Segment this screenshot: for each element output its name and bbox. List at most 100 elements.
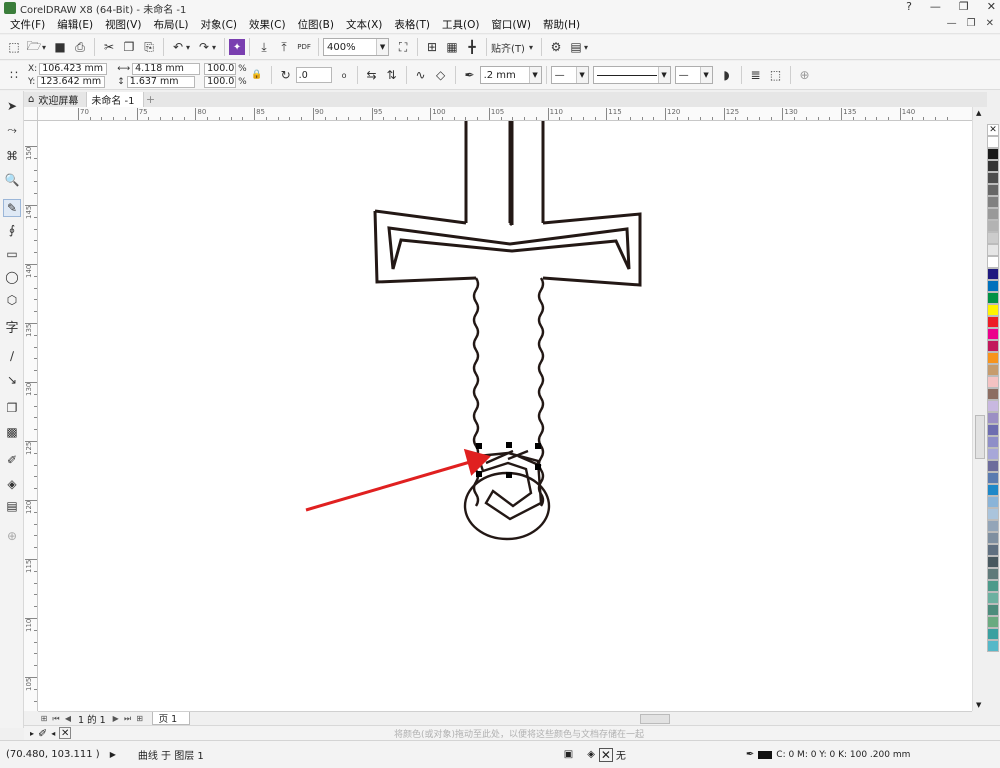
menu-window[interactable]: 窗口(W) <box>485 17 537 32</box>
palette-back-icon[interactable]: ◂ <box>51 729 55 738</box>
next-page-icon[interactable]: ▶ <box>110 713 122 725</box>
eyedropper-icon[interactable]: ✐ <box>38 727 47 740</box>
menu-bitmaps[interactable]: 位图(B) <box>292 17 340 32</box>
palette-swatch[interactable] <box>987 208 999 220</box>
save-icon[interactable]: ■ <box>50 37 70 57</box>
menu-help[interactable]: 帮助(H) <box>537 17 586 32</box>
polygon-tool-icon[interactable]: ⬡ <box>3 291 21 309</box>
close-button[interactable]: ✕ <box>987 0 996 13</box>
palette-swatch[interactable] <box>987 556 999 568</box>
add-tool-icon[interactable]: ⊕ <box>3 527 21 545</box>
palette-swatch[interactable] <box>987 508 999 520</box>
page-tab-1[interactable]: 页 1 <box>151 712 191 725</box>
lock-ratio-icon[interactable]: 🔒 <box>247 65 267 85</box>
scroll-down-icon[interactable]: ▼ <box>976 701 981 709</box>
palette-swatch[interactable] <box>987 604 999 616</box>
chevron-down-icon[interactable]: ▼ <box>699 67 712 83</box>
sword-blade[interactable] <box>464 121 545 225</box>
ellipse-tool-icon[interactable]: ◯ <box>3 268 21 286</box>
scale-width-input[interactable]: 100.0 <box>204 62 237 75</box>
outline-width-combo[interactable]: .2 mm ▼ <box>479 66 542 84</box>
freehand-tool-icon[interactable]: ✎ <box>3 199 21 217</box>
horizontal-scroll-thumb[interactable] <box>640 714 670 724</box>
palette-swatch[interactable] <box>987 568 999 580</box>
add-page-icon[interactable]: ⊞ <box>38 713 50 725</box>
palette-swatch[interactable] <box>987 628 999 640</box>
drawing-canvas[interactable] <box>38 121 972 711</box>
account-icon[interactable]: ? <box>906 0 912 13</box>
palette-swatch[interactable] <box>987 460 999 472</box>
scroll-up-icon[interactable]: ▲ <box>976 109 981 117</box>
menu-edit[interactable]: 编辑(E) <box>51 17 99 32</box>
doc-close-button[interactable]: ✕ <box>986 18 994 29</box>
palette-swatch[interactable] <box>987 268 999 280</box>
redo-icon[interactable]: ↷ <box>194 37 214 57</box>
zoom-level-combo[interactable]: 400% ▼ <box>323 38 390 56</box>
tab-welcome-screen[interactable]: ⌂ 欢迎屏幕 <box>24 92 88 107</box>
rotate-icon[interactable]: ↻ <box>276 65 296 85</box>
horizontal-ruler[interactable]: 70 75 80 85 90 95 100 105 110 115 120 125 130 135 140 <box>38 107 972 121</box>
palette-swatch[interactable] <box>987 172 999 184</box>
palette-swatch[interactable] <box>987 244 999 256</box>
chevron-down-icon[interactable]: ▼ <box>575 67 588 83</box>
add-icon[interactable]: ⊕ <box>795 65 815 85</box>
palette-swatch[interactable] <box>987 304 999 316</box>
undo-dropdown-icon[interactable]: ▾ <box>186 43 190 52</box>
no-color-swatch[interactable]: ✕ <box>59 727 72 739</box>
chevron-down-icon[interactable]: ▾ <box>529 43 533 52</box>
palette-swatch[interactable] <box>987 640 999 652</box>
width-input[interactable]: 4.118 mm <box>132 62 201 75</box>
x-position-input[interactable]: 106.423 mm <box>39 62 108 75</box>
vertical-ruler[interactable]: 150 145 140 135 130 125 120 115 110 105 <box>24 121 38 711</box>
options-gear-icon[interactable]: ⚙ <box>546 37 566 57</box>
smart-fill-tool-icon[interactable]: ▤ <box>3 497 21 515</box>
snap-to-dropdown[interactable]: 贴齐(T) <box>491 40 525 55</box>
start-arrowhead-combo[interactable]: — ▼ <box>550 66 589 84</box>
palette-swatch[interactable] <box>987 424 999 436</box>
tab-document[interactable]: 未命名 -1 <box>87 92 144 107</box>
application-launcher-icon[interactable]: ▤ <box>566 37 586 57</box>
doc-restore-button[interactable]: ❐ <box>967 18 976 29</box>
paste-icon[interactable]: ⎘ <box>139 37 159 57</box>
new-document-icon[interactable]: ⬚ <box>4 37 24 57</box>
artistic-media-tool-icon[interactable]: ∮ <box>3 221 21 239</box>
drawing-area[interactable] <box>38 121 972 711</box>
chevron-down-icon[interactable]: ▼ <box>376 39 389 55</box>
close-curve-icon[interactable]: ◗ <box>717 65 737 85</box>
palette-arrow-icon[interactable]: ▸ <box>30 729 34 738</box>
palette-swatch[interactable] <box>987 148 999 160</box>
show-guidelines-icon[interactable]: ╋ <box>462 37 482 57</box>
palette-swatch[interactable] <box>987 592 999 604</box>
menu-tools[interactable]: 工具(O) <box>436 17 485 32</box>
outline-pen-icon[interactable]: ✒ <box>460 65 480 85</box>
rotation-input[interactable]: .0 <box>295 67 332 83</box>
menu-table[interactable]: 表格(T) <box>388 17 436 32</box>
shape-tool-icon[interactable]: ⤳ <box>3 121 21 139</box>
show-grid-icon[interactable]: ▦ <box>442 37 462 57</box>
open-icon[interactable]: 🗁 <box>24 37 44 57</box>
palette-swatch[interactable] <box>987 580 999 592</box>
connector-tool-icon[interactable]: ↘ <box>3 371 21 389</box>
palette-swatch[interactable] <box>987 220 999 232</box>
scale-height-input[interactable]: 100.0 <box>204 75 237 88</box>
end-arrowhead-combo[interactable]: — ▼ <box>674 66 713 84</box>
palette-swatch[interactable] <box>987 544 999 556</box>
palette-swatch[interactable] <box>987 292 999 304</box>
open-dropdown-icon[interactable]: ▾ <box>42 43 46 52</box>
palette-swatch[interactable] <box>987 448 999 460</box>
eyedropper-tool-icon[interactable]: ✐ <box>3 451 21 469</box>
cut-icon[interactable]: ✂ <box>99 37 119 57</box>
palette-swatch[interactable] <box>987 160 999 172</box>
palette-swatch[interactable] <box>987 184 999 196</box>
first-page-icon[interactable]: ⏮ <box>50 713 62 725</box>
palette-swatch[interactable] <box>987 616 999 628</box>
palette-swatch[interactable] <box>987 388 999 400</box>
menu-file[interactable]: 文件(F) <box>4 17 51 32</box>
chevron-down-icon[interactable]: ▾ <box>584 43 588 52</box>
rectangle-tool-icon[interactable]: ▭ <box>3 245 21 263</box>
palette-swatch[interactable] <box>987 400 999 412</box>
no-color-swatch[interactable]: ✕ <box>987 124 999 136</box>
last-page-icon[interactable]: ⏭ <box>122 713 134 725</box>
vertical-scroll-thumb[interactable] <box>975 415 985 459</box>
export-icon[interactable]: ⤒ <box>274 37 294 57</box>
